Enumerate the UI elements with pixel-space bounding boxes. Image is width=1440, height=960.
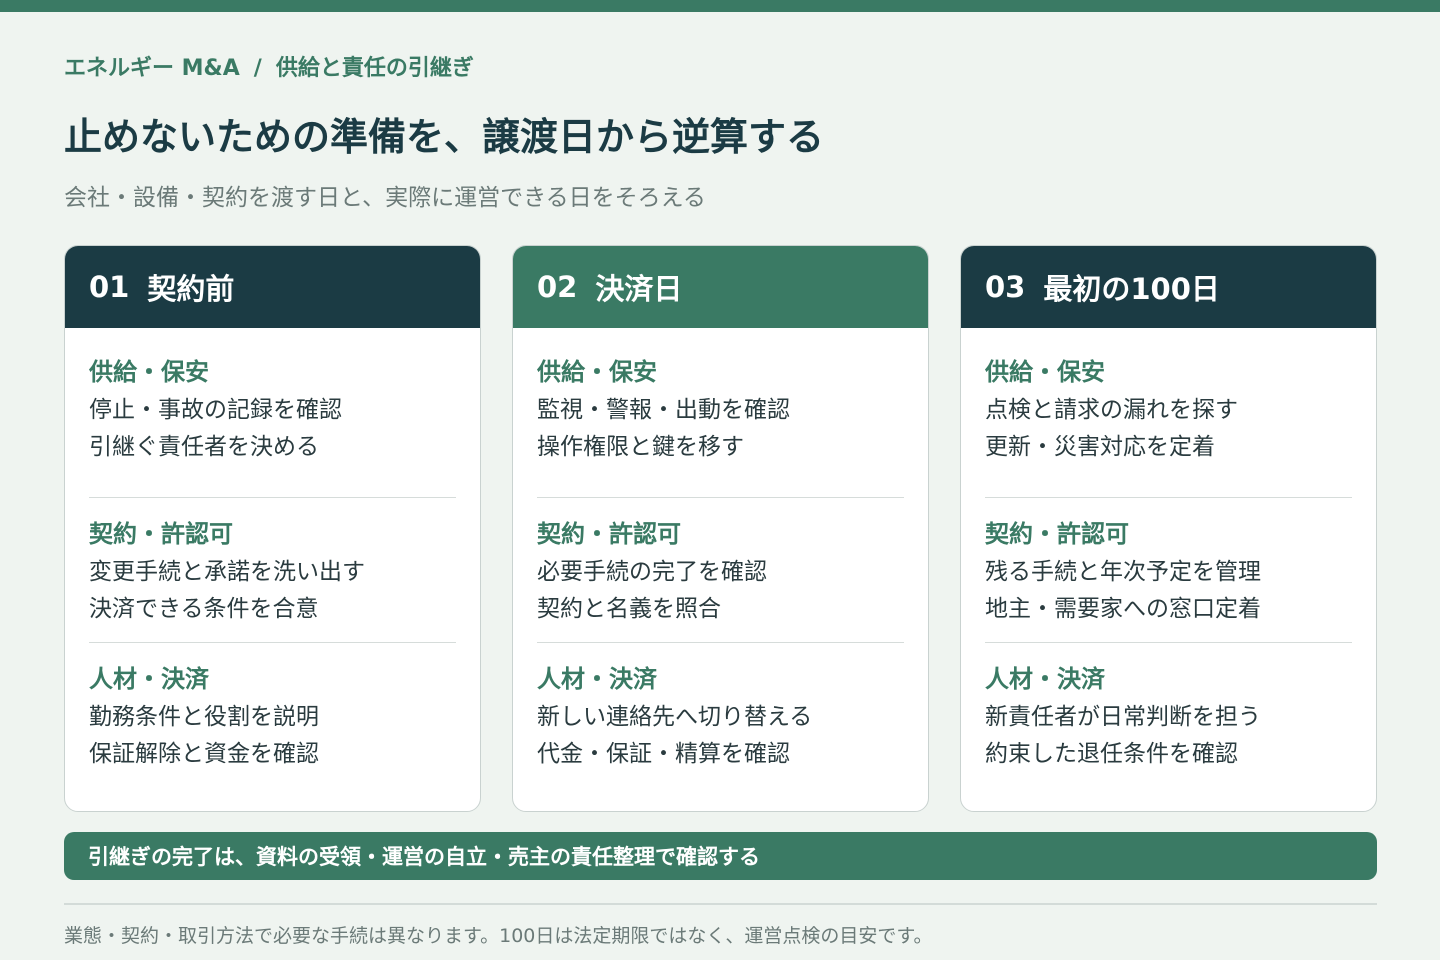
card-section-contracts: 契約・許認可 変更手続と承諾を洗い出す 決済できる条件を合意: [89, 497, 456, 642]
section-item: 新責任者が日常判断を担う: [985, 704, 1261, 730]
footer-divider: [64, 903, 1377, 905]
section-item: 必要手続の完了を確認: [537, 559, 767, 585]
section-item: 停止・事故の記録を確認: [89, 397, 342, 423]
footnote: 業態・契約・取引方法で必要な手続は異なります。100日は法定期限ではなく、運営点…: [64, 925, 933, 947]
card-section-people: 人材・決済 新しい連絡先へ切り替える 代金・保証・精算を確認: [537, 642, 904, 787]
section-item: 更新・災害対応を定着: [985, 434, 1215, 460]
section-item: 残る手続と年次予定を管理: [985, 559, 1261, 585]
card-section-people: 人材・決済 勤務条件と役割を説明 保証解除と資金を確認: [89, 642, 456, 787]
card-label: 決済日: [595, 272, 683, 306]
section-title: 契約・許認可: [537, 520, 681, 548]
section-item: 引継ぐ責任者を決める: [89, 434, 319, 460]
card-number: 02: [537, 270, 578, 304]
card-number: 01: [89, 270, 130, 304]
card-label: 最初の100日: [1043, 272, 1220, 306]
card-label: 契約前: [147, 272, 235, 306]
card-section-contracts: 契約・許認可 必要手続の完了を確認 契約と名義を照合: [537, 497, 904, 642]
section-title: 人材・決済: [985, 665, 1105, 693]
section-item: 勤務条件と役割を説明: [89, 704, 319, 730]
section-title: 契約・許認可: [985, 520, 1129, 548]
section-item: 点検と請求の漏れを探す: [985, 397, 1238, 423]
section-title: 供給・保安: [985, 358, 1105, 386]
section-item: 代金・保証・精算を確認: [537, 741, 790, 767]
card-section-people: 人材・決済 新責任者が日常判断を担う 約束した退任条件を確認: [985, 642, 1352, 787]
card-number: 03: [985, 270, 1026, 304]
section-title: 人材・決済: [537, 665, 657, 693]
card-section-supply: 供給・保安 停止・事故の記録を確認 引継ぐ責任者を決める: [89, 352, 456, 497]
page-title: 止めないための準備を、譲渡日から逆算する: [64, 115, 825, 159]
card-section-supply: 供給・保安 監視・警報・出動を確認 操作権限と鍵を移す: [537, 352, 904, 497]
section-item: 決済できる条件を合意: [89, 596, 319, 622]
card-header: 02 決済日: [513, 246, 928, 328]
breadcrumb-category: エネルギー M&A: [64, 56, 240, 81]
section-item: 契約と名義を照合: [537, 596, 721, 622]
card-header: 03 最初の100日: [961, 246, 1376, 328]
breadcrumb-separator: /: [253, 56, 262, 81]
section-item: 変更手続と承諾を洗い出す: [89, 559, 365, 585]
summary-banner: 引継ぎの完了は、資料の受領・運営の自立・売主の責任整理で確認する: [64, 832, 1377, 880]
phase-card-pre-contract: 01 契約前 供給・保安 停止・事故の記録を確認 引継ぐ責任者を決める 契約・許…: [64, 245, 481, 812]
section-title: 契約・許認可: [89, 520, 233, 548]
section-item: 約束した退任条件を確認: [985, 741, 1238, 767]
section-item: 監視・警報・出動を確認: [537, 397, 790, 423]
section-title: 人材・決済: [89, 665, 209, 693]
summary-banner-text: 引継ぎの完了は、資料の受領・運営の自立・売主の責任整理で確認する: [88, 845, 760, 869]
card-header: 01 契約前: [65, 246, 480, 328]
section-title: 供給・保安: [537, 358, 657, 386]
phase-card-first-100-days: 03 最初の100日 供給・保安 点検と請求の漏れを探す 更新・災害対応を定着 …: [960, 245, 1377, 812]
page-subtitle: 会社・設備・契約を渡す日と、実際に運営できる日をそろえる: [64, 185, 706, 211]
section-title: 供給・保安: [89, 358, 209, 386]
card-section-contracts: 契約・許認可 残る手続と年次予定を管理 地主・需要家への窓口定着: [985, 497, 1352, 642]
section-item: 操作権限と鍵を移す: [537, 434, 744, 460]
section-item: 保証解除と資金を確認: [89, 741, 319, 767]
phase-card-closing-day: 02 決済日 供給・保安 監視・警報・出動を確認 操作権限と鍵を移す 契約・許認…: [512, 245, 929, 812]
section-item: 新しい連絡先へ切り替える: [537, 704, 813, 730]
breadcrumb-topic: 供給と責任の引継ぎ: [275, 56, 474, 81]
section-item: 地主・需要家への窓口定着: [985, 596, 1261, 622]
top-accent-bar: [0, 0, 1440, 12]
card-section-supply: 供給・保安 点検と請求の漏れを探す 更新・災害対応を定着: [985, 352, 1352, 497]
breadcrumb: エネルギー M&A / 供給と責任の引継ぎ: [64, 50, 474, 82]
